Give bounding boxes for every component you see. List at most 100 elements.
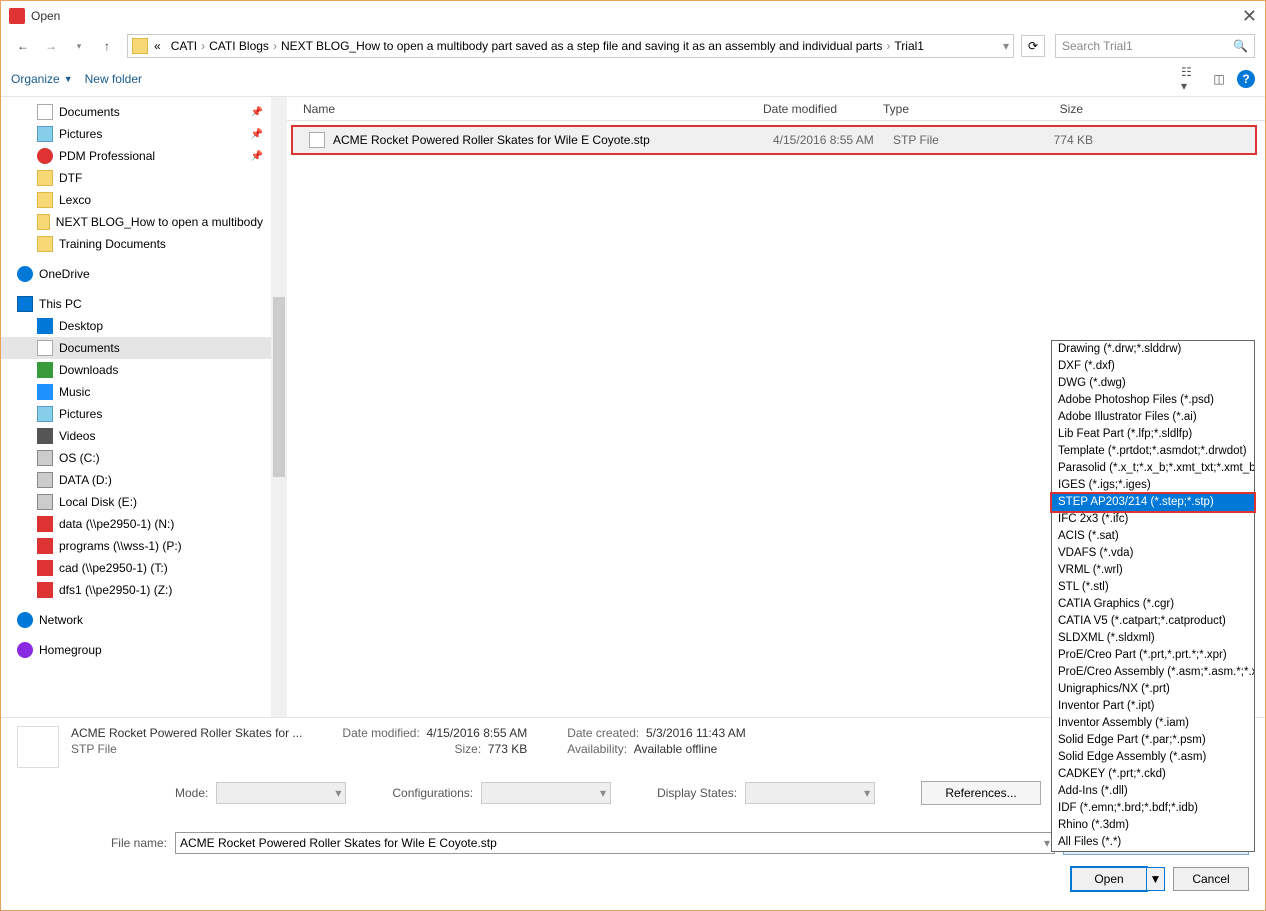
tree-thispc[interactable]: This PC	[1, 293, 271, 315]
references-button[interactable]: References...	[921, 781, 1041, 805]
filter-option[interactable]: ProE/Creo Assembly (*.asm;*.asm.*;*.x	[1052, 664, 1254, 681]
filter-option[interactable]: STL (*.stl)	[1052, 579, 1254, 596]
breadcrumb-item[interactable]: CATI Blogs	[205, 39, 273, 53]
filter-option[interactable]: DXF (*.dxf)	[1052, 358, 1254, 375]
tree-item[interactable]: dfs1 (\\pe2950-1) (Z:)	[1, 579, 271, 601]
forward-button[interactable]: →	[39, 34, 63, 58]
filter-option[interactable]: SLDXML (*.sldxml)	[1052, 630, 1254, 647]
tree-item[interactable]: Videos	[1, 425, 271, 447]
display-states-label: Display States:	[657, 786, 737, 800]
search-input[interactable]: Search Trial1 🔍	[1055, 34, 1255, 58]
breadcrumb-item[interactable]: Trial1	[890, 39, 928, 53]
filter-option[interactable]: Inventor Part (*.ipt)	[1052, 698, 1254, 715]
tree-network[interactable]: Network	[1, 609, 271, 631]
netdrive-icon	[37, 560, 53, 576]
back-button[interactable]: ←	[11, 34, 35, 58]
display-states-combo[interactable]: ▾	[745, 782, 875, 804]
open-button[interactable]: Open	[1071, 867, 1147, 891]
filter-option[interactable]: Template (*.prtdot;*.asmdot;*.drwdot)	[1052, 443, 1254, 460]
tree-item[interactable]: Local Disk (E:)	[1, 491, 271, 513]
filter-option[interactable]: DWG (*.dwg)	[1052, 375, 1254, 392]
tree-item[interactable]: DATA (D:)	[1, 469, 271, 491]
recent-dropdown[interactable]: ▾	[67, 34, 91, 58]
chevron-down-icon[interactable]: ▾	[1044, 836, 1050, 850]
filter-option[interactable]: Parasolid (*.x_t;*.x_b;*.xmt_txt;*.xmt_b…	[1052, 460, 1254, 477]
drive-icon	[37, 472, 53, 488]
tree-item[interactable]: programs (\\wss-1) (P:)	[1, 535, 271, 557]
filter-option[interactable]: VRML (*.wrl)	[1052, 562, 1254, 579]
column-size[interactable]: Size	[1003, 102, 1083, 116]
tree-item[interactable]: PDM Professional📌	[1, 145, 271, 167]
filter-option[interactable]: IDF (*.emn;*.brd;*.bdf;*.idb)	[1052, 800, 1254, 817]
network-icon	[17, 612, 33, 628]
tree-item[interactable]: Music	[1, 381, 271, 403]
filter-option[interactable]: ProE/Creo Part (*.prt,*.prt.*;*.xpr)	[1052, 647, 1254, 664]
homegroup-icon	[17, 642, 33, 658]
pin-icon: 📌	[251, 107, 263, 118]
tree-item[interactable]: cad (\\pe2950-1) (T:)	[1, 557, 271, 579]
folder-icon	[37, 236, 53, 252]
folder-icon	[37, 192, 53, 208]
open-dropdown[interactable]: ▼	[1147, 867, 1165, 891]
preview-pane-button[interactable]: ◫	[1209, 69, 1229, 89]
tree-item[interactable]: Pictures	[1, 403, 271, 425]
config-combo[interactable]: ▾	[481, 782, 611, 804]
refresh-button[interactable]: ⟳	[1021, 35, 1045, 57]
filter-option[interactable]: Rhino (*.3dm)	[1052, 817, 1254, 834]
filter-option[interactable]: CATIA Graphics (*.cgr)	[1052, 596, 1254, 613]
tree-item[interactable]: Documents	[1, 337, 271, 359]
filter-option[interactable]: VDAFS (*.vda)	[1052, 545, 1254, 562]
filter-option[interactable]: IFC 2x3 (*.ifc)	[1052, 511, 1254, 528]
tree-item[interactable]: data (\\pe2950-1) (N:)	[1, 513, 271, 535]
view-options-button[interactable]: ☷ ▾	[1181, 69, 1201, 89]
tree-item[interactable]: Training Documents	[1, 233, 271, 255]
tree-item[interactable]: Documents📌	[1, 101, 271, 123]
filter-dropdown-popup[interactable]: Drawing (*.drw;*.slddrw)DXF (*.dxf)DWG (…	[1051, 340, 1255, 852]
column-type[interactable]: Type	[883, 102, 1003, 116]
filter-option[interactable]: Lib Feat Part (*.lfp;*.sldlfp)	[1052, 426, 1254, 443]
netdrive-icon	[37, 582, 53, 598]
filter-option[interactable]: Adobe Photoshop Files (*.psd)	[1052, 392, 1254, 409]
address-bar[interactable]: « CATI›CATI Blogs›NEXT BLOG_How to open …	[127, 34, 1014, 58]
breadcrumb-item[interactable]: CATI	[167, 39, 201, 53]
column-date[interactable]: Date modified	[763, 102, 883, 116]
doc-icon	[37, 340, 53, 356]
tree-item[interactable]: OS (C:)	[1, 447, 271, 469]
tree-onedrive[interactable]: OneDrive	[1, 263, 271, 285]
filter-option[interactable]: Inventor Assembly (*.iam)	[1052, 715, 1254, 732]
file-row[interactable]: ACME Rocket Powered Roller Skates for Wi…	[291, 125, 1257, 155]
tree-item[interactable]: Downloads	[1, 359, 271, 381]
filter-option[interactable]: Adobe Illustrator Files (*.ai)	[1052, 409, 1254, 426]
folder-icon	[37, 170, 53, 186]
filter-option[interactable]: Solid Edge Assembly (*.asm)	[1052, 749, 1254, 766]
filter-option[interactable]: CATIA V5 (*.catpart;*.catproduct)	[1052, 613, 1254, 630]
filter-option[interactable]: Drawing (*.drw;*.slddrw)	[1052, 341, 1254, 358]
tree-item[interactable]: NEXT BLOG_How to open a multibody	[1, 211, 271, 233]
new-folder-button[interactable]: New folder	[85, 72, 142, 86]
sidebar-scrollbar[interactable]	[271, 97, 287, 717]
filter-option[interactable]: Add-Ins (*.dll)	[1052, 783, 1254, 800]
tree-item[interactable]: Lexco	[1, 189, 271, 211]
close-icon[interactable]: ✕	[1242, 6, 1257, 27]
navigation-tree[interactable]: Documents📌Pictures📌PDM Professional📌DTFL…	[1, 97, 271, 717]
column-name[interactable]: Name	[303, 102, 763, 116]
up-button[interactable]: ↑	[95, 34, 119, 58]
filter-option[interactable]: STEP AP203/214 (*.step;*.stp)	[1050, 492, 1256, 513]
filename-input[interactable]: ACME Rocket Powered Roller Skates for Wi…	[175, 832, 1055, 854]
mode-combo[interactable]: ▾	[216, 782, 346, 804]
tree-item[interactable]: Desktop	[1, 315, 271, 337]
organize-button[interactable]: Organize ▼	[11, 72, 73, 86]
help-icon[interactable]: ?	[1237, 70, 1255, 88]
filter-option[interactable]: CADKEY (*.prt;*.ckd)	[1052, 766, 1254, 783]
folder-icon	[37, 214, 50, 230]
tree-homegroup[interactable]: Homegroup	[1, 639, 271, 661]
tree-item[interactable]: DTF	[1, 167, 271, 189]
tree-item[interactable]: Pictures📌	[1, 123, 271, 145]
filter-option[interactable]: ACIS (*.sat)	[1052, 528, 1254, 545]
breadcrumb-item[interactable]: NEXT BLOG_How to open a multibody part s…	[277, 39, 886, 53]
filter-option[interactable]: All Files (*.*)	[1052, 834, 1254, 851]
filter-option[interactable]: Unigraphics/NX (*.prt)	[1052, 681, 1254, 698]
filter-option[interactable]: Solid Edge Part (*.par;*.psm)	[1052, 732, 1254, 749]
cancel-button[interactable]: Cancel	[1173, 867, 1249, 891]
chevron-down-icon[interactable]: ▾	[1003, 39, 1009, 53]
